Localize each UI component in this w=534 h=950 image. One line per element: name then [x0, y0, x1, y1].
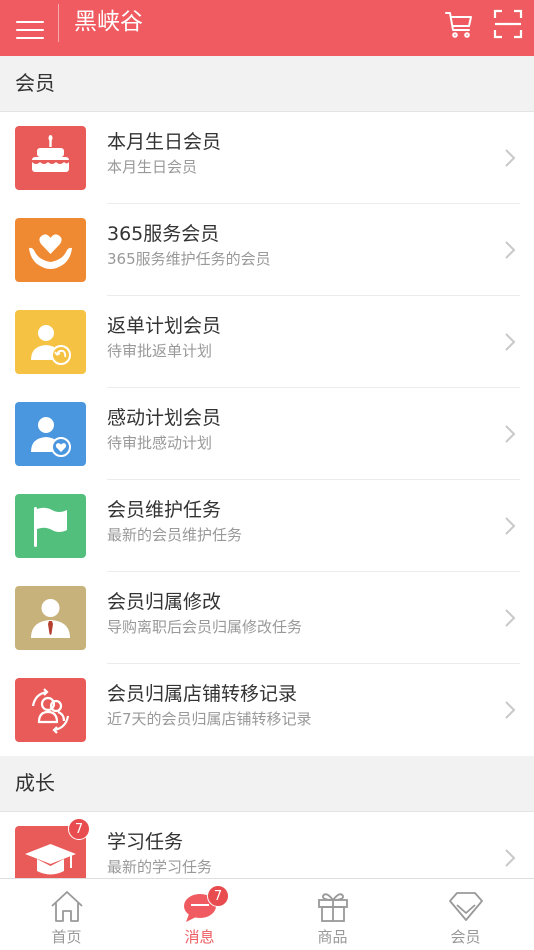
section-title: 成长 — [15, 771, 55, 795]
hamburger-menu-icon[interactable] — [14, 12, 46, 44]
section-header-members: 会员 — [0, 56, 534, 112]
top-bar: 黑峡谷 — [0, 0, 534, 56]
item-title: 本月生日会员 — [107, 131, 222, 153]
tab-products[interactable]: 商品 — [266, 879, 399, 950]
chevron-right-icon — [505, 517, 516, 535]
tab-messages[interactable]: 7 消息 — [133, 879, 266, 950]
user-heart-icon — [15, 402, 86, 466]
flag-icon — [15, 494, 86, 558]
item-subtitle: 本月生日会员 — [107, 158, 198, 176]
chevron-right-icon — [505, 333, 516, 351]
list-item-member-maintenance-task[interactable]: 会员维护任务 最新的会员维护任务 — [0, 480, 534, 572]
user-tie-icon — [15, 586, 86, 650]
gift-icon — [314, 887, 352, 925]
item-title: 返单计划会员 — [107, 315, 222, 337]
page-title: 黑峡谷 — [74, 9, 143, 35]
header-divider — [58, 4, 59, 42]
chevron-right-icon — [505, 149, 516, 167]
users-transfer-icon — [15, 678, 86, 742]
list-item-birthday-members[interactable]: 本月生日会员 本月生日会员 — [0, 112, 534, 204]
tab-label: 会员 — [450, 928, 481, 946]
section-title: 会员 — [15, 71, 55, 95]
chevron-right-icon — [505, 701, 516, 719]
learning-task-badge: 7 — [68, 818, 90, 840]
chevron-right-icon — [505, 241, 516, 259]
section-header-growth: 成长 — [0, 756, 534, 812]
birthday-cake-icon — [15, 126, 86, 190]
item-title: 会员归属修改 — [107, 591, 222, 613]
item-title: 感动计划会员 — [107, 407, 222, 429]
messages-badge: 7 — [207, 885, 229, 907]
item-title: 365服务会员 — [107, 223, 220, 245]
item-subtitle: 待审批返单计划 — [107, 342, 213, 360]
list-item-member-ownership-change[interactable]: 会员归属修改 导购离职后会员归属修改任务 — [0, 572, 534, 664]
item-title: 学习任务 — [107, 831, 184, 853]
tab-label: 首页 — [51, 928, 82, 946]
list-item-return-plan-members[interactable]: 返单计划会员 待审批返单计划 — [0, 296, 534, 388]
chevron-right-icon — [505, 425, 516, 443]
item-subtitle: 近7天的会员归属店铺转移记录 — [107, 710, 312, 728]
item-subtitle: 待审批感动计划 — [107, 434, 213, 452]
item-title: 会员归属店铺转移记录 — [107, 683, 298, 705]
tab-label: 消息 — [184, 928, 215, 946]
bottom-tab-bar: 首页 7 消息 商品 会员 — [0, 878, 534, 950]
item-subtitle: 最新的学习任务 — [107, 858, 213, 876]
list-item-store-transfer-records[interactable]: 会员归属店铺转移记录 近7天的会员归属店铺转移记录 — [0, 664, 534, 756]
shopping-cart-icon[interactable] — [443, 8, 475, 40]
list-item-365-service-members[interactable]: 365服务会员 365服务维护任务的会员 — [0, 204, 534, 296]
item-subtitle: 导购离职后会员归属修改任务 — [107, 618, 303, 636]
tab-home[interactable]: 首页 — [0, 879, 133, 950]
diamond-icon — [447, 887, 485, 925]
scan-icon[interactable] — [492, 8, 524, 40]
chevron-right-icon — [505, 849, 516, 867]
item-subtitle: 365服务维护任务的会员 — [107, 250, 271, 268]
list-item-touching-plan-members[interactable]: 感动计划会员 待审批感动计划 — [0, 388, 534, 480]
item-subtitle: 最新的会员维护任务 — [107, 526, 243, 544]
tab-members[interactable]: 会员 — [399, 879, 532, 950]
item-title: 会员维护任务 — [107, 499, 222, 521]
home-icon — [48, 887, 86, 925]
tab-label: 商品 — [317, 928, 348, 946]
user-return-icon — [15, 310, 86, 374]
heart-hands-icon — [15, 218, 86, 282]
chevron-right-icon — [505, 609, 516, 627]
